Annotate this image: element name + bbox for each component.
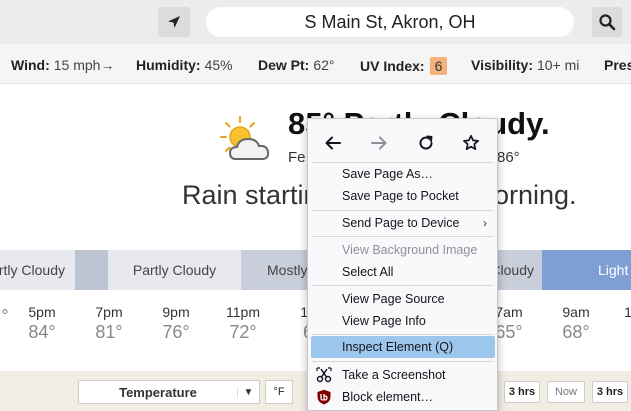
wind-direction-icon: → bbox=[100, 57, 115, 73]
uv-index-badge: 6 bbox=[429, 57, 448, 75]
hourly-item: 9pm 76° bbox=[162, 304, 190, 342]
screenshot-scissors-icon bbox=[316, 367, 332, 383]
forecast-summary-end: orning. bbox=[494, 180, 577, 210]
feels-like-value: 86° bbox=[497, 149, 520, 166]
now-button[interactable]: Now bbox=[547, 381, 585, 403]
dew-point-value: 62° bbox=[313, 57, 335, 73]
wind-value: 15 mph bbox=[53, 57, 101, 73]
menu-item-send-to-device[interactable]: Send Page to Device › bbox=[308, 212, 497, 234]
menu-item-block-element[interactable]: Block element… bbox=[308, 386, 497, 408]
send-to-device-label: Send Page to Device bbox=[342, 216, 460, 230]
timeline-segment: Cloudy bbox=[494, 250, 542, 290]
reload-button[interactable] bbox=[412, 129, 440, 157]
hourly-item: 5pm 84° bbox=[28, 304, 56, 342]
forward-button[interactable] bbox=[365, 129, 393, 157]
map-layer-value: Temperature bbox=[119, 384, 197, 400]
menu-item-save-page-as[interactable]: Save Page As… bbox=[308, 163, 497, 185]
pressure-label: Pres bbox=[604, 57, 631, 73]
visibility-value: 10+ mi bbox=[536, 57, 580, 73]
conditions-bar: Wind: 15 mph→ Humidity: 45% Dew Pt: 62° UV … bbox=[0, 44, 631, 84]
context-nav-row bbox=[308, 125, 497, 159]
location-arrow-icon bbox=[168, 16, 180, 28]
top-bar: S Main St, Akron, OH bbox=[0, 0, 631, 44]
hourly-item: 7pm 81° bbox=[95, 304, 123, 342]
feels-like-text: Fe bbox=[288, 149, 306, 166]
back-arrow-icon bbox=[325, 136, 341, 150]
context-menu: Save Page As… Save Page to Pocket Send P… bbox=[307, 118, 498, 411]
menu-item-view-background-image[interactable]: View Background Image bbox=[308, 239, 497, 261]
location-search-input[interactable]: S Main St, Akron, OH bbox=[206, 7, 574, 37]
humidity-label: Humidity: bbox=[136, 57, 201, 73]
hourly-item: 9am 68° bbox=[562, 304, 590, 342]
search-icon bbox=[599, 14, 616, 31]
menu-separator bbox=[312, 210, 493, 211]
menu-separator bbox=[312, 236, 493, 237]
map-layer-select[interactable]: Temperature ▼ bbox=[78, 380, 260, 404]
menu-item-inspect-element[interactable]: Inspect Element (Q) bbox=[311, 336, 495, 358]
search-button[interactable] bbox=[592, 7, 622, 37]
hourly-item: 1 bbox=[624, 304, 631, 320]
hourly-item: 11pm 72° bbox=[226, 304, 260, 342]
timeline-segment: Mostly bbox=[241, 250, 311, 290]
range-back-button[interactable]: 3 hrs bbox=[504, 381, 540, 403]
reload-icon bbox=[419, 135, 433, 150]
menu-item-view-page-source[interactable]: View Page Source bbox=[308, 288, 497, 310]
menu-item-view-page-info[interactable]: View Page Info bbox=[308, 310, 497, 332]
menu-item-select-all[interactable]: Select All bbox=[308, 261, 497, 283]
submenu-chevron-icon: › bbox=[483, 216, 487, 230]
timeline-segment: Light R bbox=[542, 250, 631, 290]
star-icon bbox=[463, 134, 479, 151]
uv-index-label: UV Index: bbox=[360, 58, 425, 74]
forecast-summary: Rain startin bbox=[182, 180, 319, 210]
wind-reading: Wind: 15 mph→ bbox=[11, 57, 114, 73]
range-forward-button[interactable]: 3 hrs bbox=[592, 381, 628, 403]
bookmark-button[interactable] bbox=[457, 129, 485, 157]
pressure-reading: Pres bbox=[604, 57, 631, 73]
humidity-value: 45% bbox=[204, 57, 233, 73]
humidity-reading: Humidity: 45% bbox=[136, 57, 233, 73]
wind-label: Wind: bbox=[11, 57, 50, 73]
unit-toggle-button[interactable]: °F bbox=[265, 380, 293, 404]
locate-button[interactable] bbox=[158, 7, 190, 37]
menu-separator bbox=[312, 285, 493, 286]
timeline-segment: Partly Cloudy bbox=[108, 250, 241, 290]
timeline-segment bbox=[75, 250, 108, 290]
block-element-label: Block element… bbox=[342, 390, 434, 404]
forward-arrow-icon bbox=[371, 136, 387, 150]
visibility-label: Visibility: bbox=[471, 57, 533, 73]
visibility-reading: Visibility: 10+ mi bbox=[471, 57, 579, 73]
partly-cloudy-icon bbox=[220, 116, 270, 160]
dew-point-label: Dew Pt: bbox=[258, 57, 310, 73]
dropdown-arrow-icon: ▼ bbox=[237, 386, 259, 398]
take-screenshot-label: Take a Screenshot bbox=[342, 368, 446, 382]
ublock-shield-icon bbox=[317, 389, 331, 405]
timeline-segment: rtly Cloudy bbox=[0, 250, 75, 290]
menu-item-take-screenshot[interactable]: Take a Screenshot bbox=[308, 364, 497, 386]
menu-separator bbox=[312, 334, 493, 335]
menu-separator bbox=[312, 361, 493, 362]
menu-item-save-to-pocket[interactable]: Save Page to Pocket bbox=[308, 185, 497, 207]
dew-point-reading: Dew Pt: 62° bbox=[258, 57, 335, 73]
uv-index-reading: UV Index: 6 bbox=[360, 57, 448, 75]
back-button[interactable] bbox=[319, 129, 347, 157]
